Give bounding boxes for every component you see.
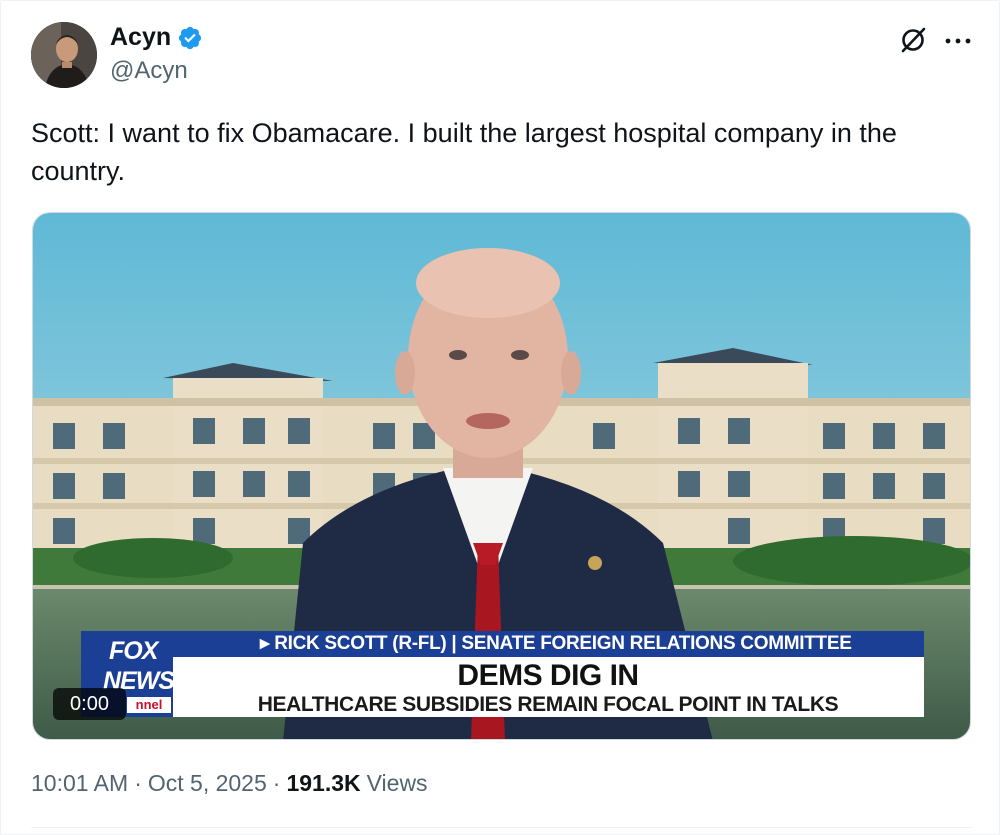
divider <box>31 827 971 828</box>
chyron: ▸ RICK SCOTT (R-FL) | SENATE FOREIGN REL… <box>172 631 924 717</box>
grok-icon[interactable] <box>898 25 928 55</box>
author-handle[interactable]: @Acyn <box>110 57 188 85</box>
views-label: Views <box>366 770 428 796</box>
author-display-name[interactable]: Acyn <box>110 23 171 52</box>
meta-separator: · <box>134 770 142 796</box>
meta-separator-2: · <box>272 770 281 796</box>
chyron-headline: DEMS DIG IN <box>172 657 924 693</box>
tweet-text: Scott: I want to fix Obamacare. I built … <box>31 118 897 186</box>
logo-line-3: nnel <box>127 697 171 713</box>
author-name-row[interactable]: Acyn <box>110 23 203 52</box>
tweet-meta: 10:01 AM · Oct 5, 2025 · 191.3K Views <box>31 770 428 797</box>
avatar-image <box>31 22 97 88</box>
tweet-card: Acyn @Acyn Scott: I want to fix Obamacar… <box>0 0 1000 835</box>
chyron-top: ▸ RICK SCOTT (R-FL) | SENATE FOREIGN REL… <box>172 631 924 657</box>
logo-line-1: FOX <box>109 637 158 665</box>
chyron-subheadline: HEALTHCARE SUBSIDIES REMAIN FOCAL POINT … <box>172 693 924 717</box>
verified-badge-icon <box>179 26 202 49</box>
tweet-date[interactable]: Oct 5, 2025 <box>148 770 267 797</box>
tweet-time[interactable]: 10:01 AM <box>31 770 128 797</box>
video-timestamp: 0:00 <box>53 688 126 720</box>
video-player[interactable]: ▸ RICK SCOTT (R-FL) | SENATE FOREIGN REL… <box>32 212 971 740</box>
more-icon[interactable] <box>943 31 973 51</box>
author-avatar[interactable] <box>31 22 97 88</box>
views-count: 191.3K <box>286 770 361 796</box>
